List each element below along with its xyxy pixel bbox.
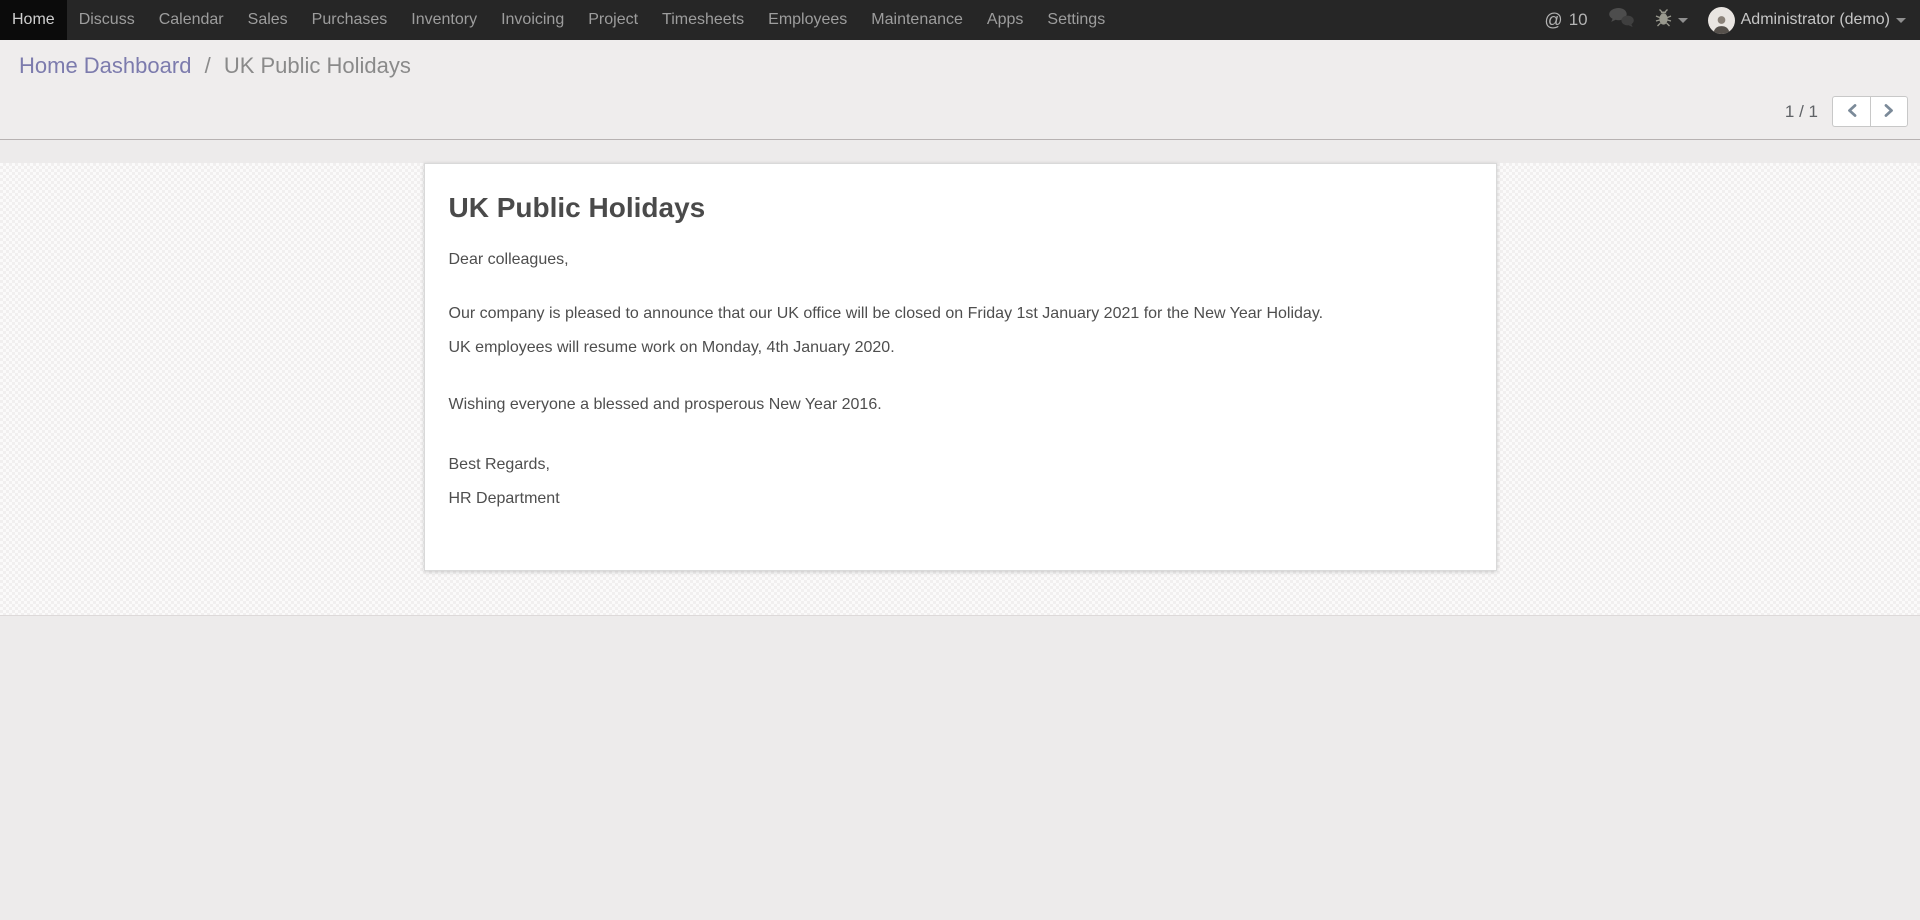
document-paragraph: Dear colleagues, — [449, 250, 1472, 270]
user-menu[interactable]: Administrator (demo) — [1708, 7, 1906, 34]
nav-item-purchases[interactable]: Purchases — [300, 0, 400, 40]
content-area: UK Public Holidays Dear colleagues, Our … — [0, 163, 1920, 616]
document-paragraph: Wishing everyone a blessed and prosperou… — [449, 395, 1472, 415]
pager: 1 / 1 — [1785, 96, 1908, 127]
nav-item-project[interactable]: Project — [576, 0, 650, 40]
document-title: UK Public Holidays — [449, 192, 1472, 224]
breadcrumb-home-dashboard[interactable]: Home Dashboard — [19, 53, 191, 78]
nav-item-timesheets[interactable]: Timesheets — [650, 0, 756, 40]
page-background — [0, 616, 1920, 920]
navbar-spacer — [1117, 0, 1544, 40]
breadcrumb-current: UK Public Holidays — [224, 53, 411, 78]
chevron-right-icon — [1883, 103, 1895, 121]
chevron-down-icon — [1896, 18, 1906, 23]
pager-next-button[interactable] — [1870, 96, 1908, 127]
nav-item-maintenance[interactable]: Maintenance — [859, 0, 975, 40]
user-name-label: Administrator (demo) — [1741, 11, 1890, 29]
systray: @ 10 — [1544, 0, 1920, 40]
chevron-left-icon — [1846, 103, 1858, 121]
document-paragraph: Our company is pleased to announce that … — [449, 304, 1472, 324]
mention-count: 10 — [1569, 10, 1588, 30]
pager-previous-button[interactable] — [1832, 96, 1870, 127]
pager-buttons — [1832, 96, 1908, 127]
document-paragraph: Best Regards, — [449, 455, 1472, 475]
messages-button[interactable] — [1608, 7, 1635, 33]
nav-item-apps[interactable]: Apps — [975, 0, 1035, 40]
avatar — [1708, 7, 1735, 34]
pager-value: 1 / 1 — [1785, 102, 1818, 122]
breadcrumb-separator: / — [198, 53, 218, 78]
nav-item-calendar[interactable]: Calendar — [147, 0, 236, 40]
control-panel: Home Dashboard / UK Public Holidays 1 / … — [0, 40, 1920, 140]
nav-item-settings[interactable]: Settings — [1035, 0, 1117, 40]
nav-item-inventory[interactable]: Inventory — [399, 0, 489, 40]
debug-menu-button[interactable] — [1655, 8, 1688, 32]
document-card: UK Public Holidays Dear colleagues, Our … — [424, 163, 1497, 571]
bug-icon — [1655, 8, 1672, 32]
nav-item-discuss[interactable]: Discuss — [67, 0, 147, 40]
nav-item-invoicing[interactable]: Invoicing — [489, 0, 576, 40]
top-navbar: Home Discuss Calendar Sales Purchases In… — [0, 0, 1920, 40]
document-paragraph: HR Department — [449, 489, 1472, 509]
chevron-down-icon — [1678, 18, 1688, 23]
nav-item-home[interactable]: Home — [0, 0, 67, 40]
nav-item-employees[interactable]: Employees — [756, 0, 859, 40]
at-mention-icon: @ — [1544, 10, 1562, 31]
nav-item-sales[interactable]: Sales — [236, 0, 300, 40]
breadcrumb: Home Dashboard / UK Public Holidays — [0, 40, 1920, 79]
chat-bubbles-icon — [1608, 7, 1635, 33]
document-paragraph: UK employees will resume work on Monday,… — [449, 338, 1472, 358]
mentions-counter[interactable]: @ 10 — [1544, 10, 1587, 31]
